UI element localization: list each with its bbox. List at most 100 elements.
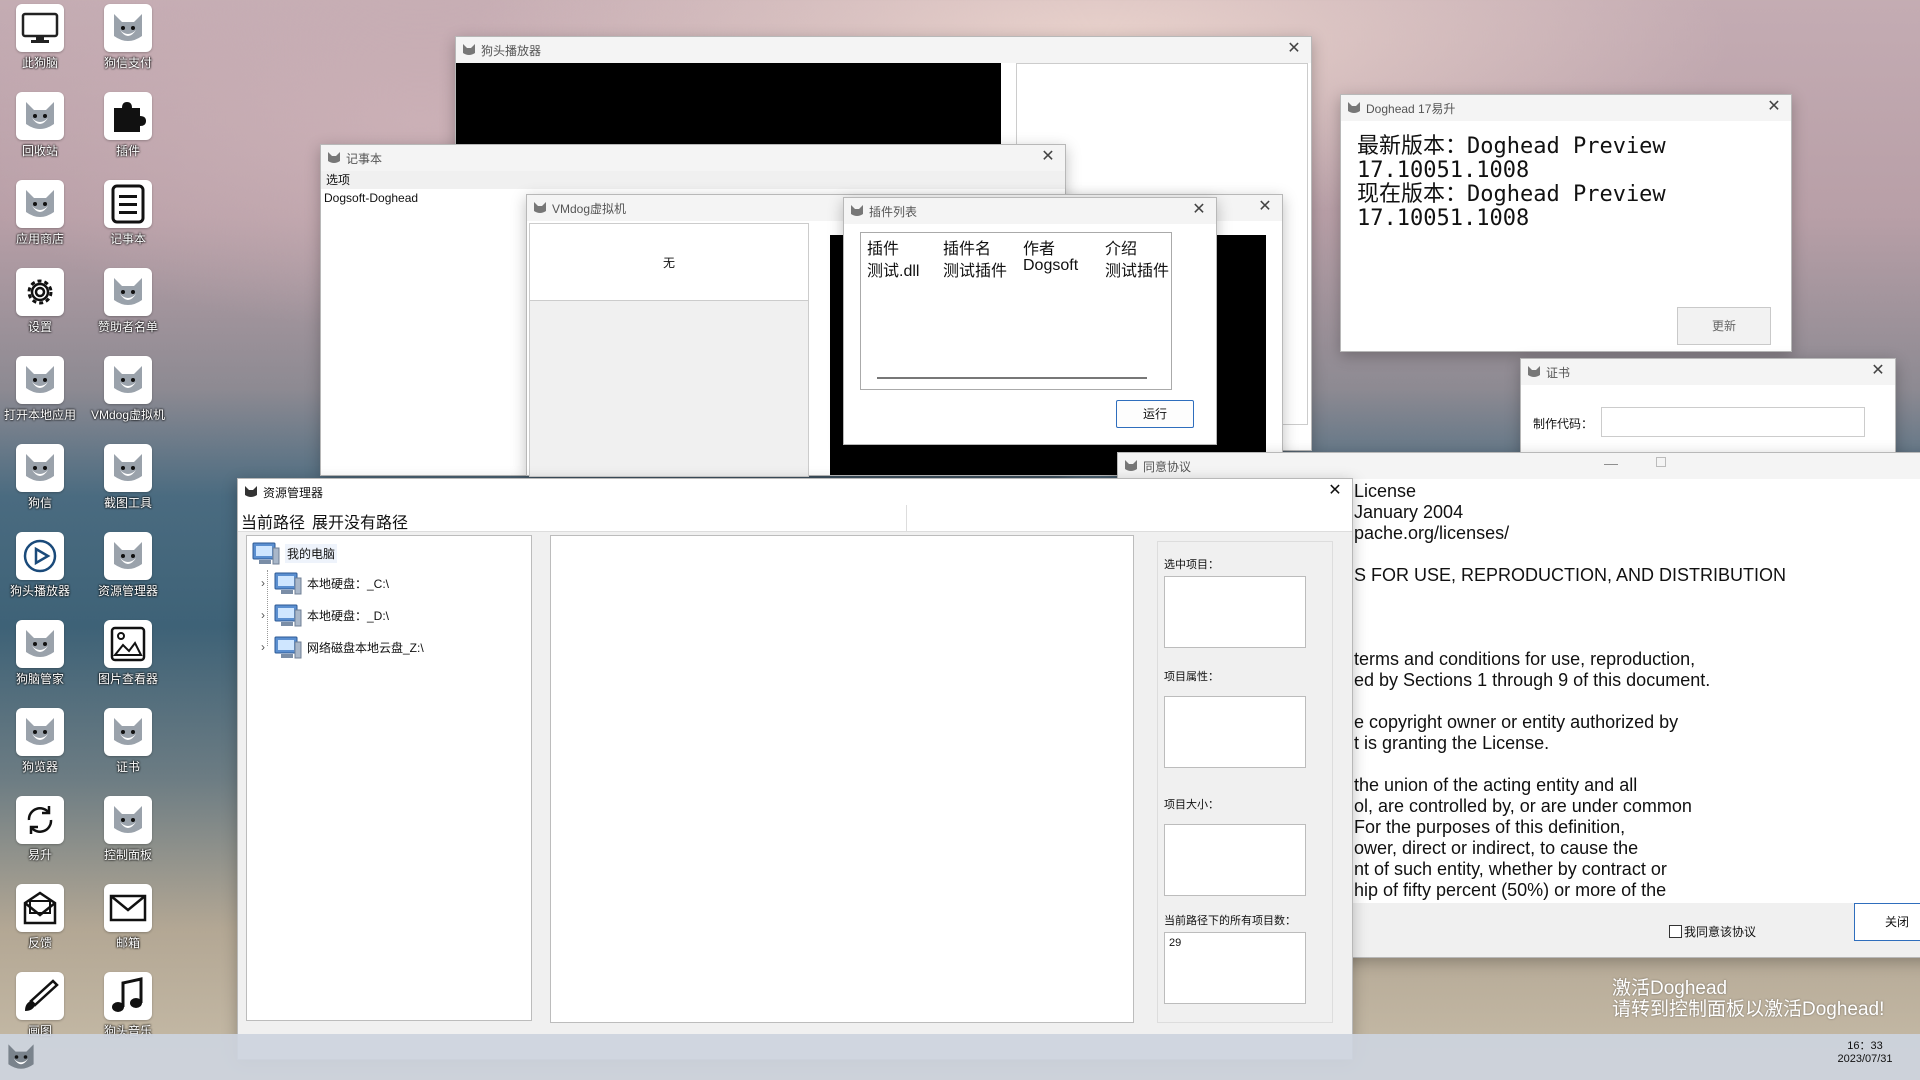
dog-icon [16,444,64,492]
taskbar: 16：33 2023/07/31 [0,1034,1920,1080]
desktop-icon-mail[interactable]: 邮箱 [84,880,172,968]
desktop-icon-open-local-app[interactable]: 打开本地应用 [0,352,84,440]
file-list[interactable] [550,535,1134,1023]
license-titlebar[interactable]: 同意协议 — [1118,453,1920,479]
close-icon[interactable]: ✕ [1285,40,1303,58]
desktop-icon-player[interactable]: 狗头播放器 [0,528,84,616]
window-title: Doghead 17易升 [1366,101,1456,116]
menu-options[interactable]: 选项 [326,173,350,187]
desktop-icon-dog-manager[interactable]: 狗脑管家 [0,616,84,704]
close-icon[interactable]: ✕ [1039,148,1057,166]
column-header[interactable]: 介绍 [1105,235,1137,259]
activation-watermark: 激活Doghead 请转到控制面板以激活Doghead! [1612,978,1884,1020]
horizontal-scrollbar[interactable] [877,377,1147,379]
desktop-icon-vmdog[interactable]: VMdog虚拟机 [84,352,172,440]
tree-item-drive-z[interactable]: › 网络磁盘本地云盘_Z:\ [261,634,424,660]
desktop-icon-this-pc[interactable]: 此狗脑 [0,0,84,88]
desktop-icon-image-viewer[interactable]: 图片查看器 [84,616,172,704]
close-icon[interactable]: ✕ [1765,98,1783,116]
maximize-icon[interactable] [1656,457,1666,467]
maker-code-label: 制作代码： [1533,417,1594,431]
desktop-icon-dog-messenger[interactable]: 狗信 [0,440,84,528]
desktop-icon-sponsors[interactable]: 赞助者名单 [84,264,172,352]
close-icon[interactable]: ✕ [1869,362,1887,380]
start-button[interactable] [0,1034,42,1080]
desktop-icon-notepad[interactable]: 记事本 [84,176,172,264]
desktop-icon-plugins[interactable]: 插件 [84,88,172,176]
updater-titlebar[interactable]: Doghead 17易升 ✕ [1341,95,1791,121]
latest-version-label: 最新版本：Doghead Preview [1357,134,1666,159]
certificate-titlebar[interactable]: 证书 ✕ [1521,359,1895,385]
desktop-icon-app-store[interactable]: 应用商店 [0,176,84,264]
tree-item-drive-c[interactable]: › 本地硬盘：_C:\ [261,570,389,596]
desktop-icon-explorer[interactable]: 资源管理器 [84,528,172,616]
tree-root-my-computer[interactable]: 我的电脑 [251,540,338,566]
plugin-list-window: 插件列表 ✕ 插件 插件名 作者 介绍 测试.dll 测试插件 Dogsoft … [843,197,1217,445]
window-title: 同意协议 [1143,459,1192,474]
desktop-icon-dog-pay[interactable]: 狗信支付 [84,0,172,88]
column-header[interactable]: 插件名 [943,235,991,259]
desktop-icon-settings[interactable]: 设置 [0,264,84,352]
latest-version-number: 17.10051.1008 [1357,158,1530,183]
chevron-right-icon[interactable]: › [261,576,273,590]
dog-icon [463,44,475,55]
dog-icon [104,268,152,316]
path-divider [906,505,907,531]
tree-label: 本地硬盘：_D:\ [307,608,390,623]
certificate-window: 证书 ✕ 制作代码： [1520,358,1896,460]
desktop-icon-control-panel[interactable]: 控制面板 [84,792,172,880]
desktop-icon-recycle-bin[interactable]: 回收站 [0,88,84,176]
path-value[interactable]: 展开没有路径 [312,509,408,533]
window-title: 插件列表 [869,204,918,219]
selected-item-box[interactable] [1164,576,1306,648]
desktop-icon-label: 截图工具 [103,496,152,510]
desktop-icon-upgrade[interactable]: 易升 [0,792,84,880]
chevron-right-icon[interactable]: › [261,608,273,622]
close-icon[interactable]: ✕ [1190,201,1208,219]
close-button[interactable]: 关闭 [1854,903,1920,941]
plugin-titlebar[interactable]: 插件列表 ✕ [844,198,1216,224]
item-attributes-box[interactable] [1164,696,1306,768]
chevron-right-icon[interactable]: › [261,640,273,654]
maker-code-input[interactable] [1601,407,1865,437]
computer-icon [252,542,280,565]
close-icon[interactable]: ✕ [1256,198,1274,216]
current-version-number: 17.10051.1008 [1357,206,1530,231]
desktop-icon-label: 赞助者名单 [97,320,158,334]
license-line [1354,754,1786,775]
desktop-icon-certificate[interactable]: 证书 [84,704,172,792]
folder-tree[interactable]: 我的电脑 › 本地硬盘：_C:\ › 本地硬盘：_D:\ › 网络磁盘本地云盘_… [246,535,532,1021]
run-button[interactable]: 运行 [1116,400,1194,428]
item-size-box[interactable] [1164,824,1306,896]
license-line: e copyright owner or entity authorized b… [1354,712,1679,732]
item-count-box[interactable]: 29 [1164,932,1306,1004]
taskbar-clock[interactable]: 16：33 2023/07/31 [1820,1040,1910,1066]
dog-icon [104,444,152,492]
path-bar: 当前路径 展开没有路径 [238,505,1352,532]
license-line [1354,607,1786,628]
puzzle-icon [104,92,152,140]
license-line: nt of such entity, whether by contract o… [1354,859,1667,879]
player-titlebar[interactable]: 狗头播放器 ✕ [456,37,1311,63]
explorer-titlebar[interactable]: 资源管理器 ✕ [238,479,1352,505]
agree-checkbox[interactable] [1669,925,1682,938]
brush-icon [16,972,64,1020]
table-row[interactable]: 测试.dll 测试插件 Dogsoft 测试插件 [861,257,1171,280]
license-line: ol, are controlled by, or are under comm… [1354,796,1692,816]
tree-item-drive-d[interactable]: › 本地硬盘：_D:\ [261,602,389,628]
column-header[interactable]: 作者 [1023,235,1055,259]
tree-label: 本地硬盘：_C:\ [307,576,390,591]
desktop-icon-feedback[interactable]: 反馈 [0,880,84,968]
minimize-icon[interactable]: — [1604,455,1618,471]
vm-list-panel[interactable]: 无 [529,223,809,477]
desktop-icon-screenshot[interactable]: 截图工具 [84,440,172,528]
notepad-titlebar[interactable]: 记事本 ✕ [321,145,1065,171]
desktop-icon-browser[interactable]: 狗览器 [0,704,84,792]
dog-icon [104,708,152,756]
update-button[interactable]: 更新 [1677,307,1771,345]
dog-icon [16,708,64,756]
column-header[interactable]: 插件 [867,235,899,259]
close-icon[interactable]: ✕ [1326,482,1344,500]
version-info: 最新版本：Doghead Preview 17.10051.1008 现在版本：… [1357,135,1777,231]
agree-label[interactable]: 我同意该协议 [1684,923,1756,940]
